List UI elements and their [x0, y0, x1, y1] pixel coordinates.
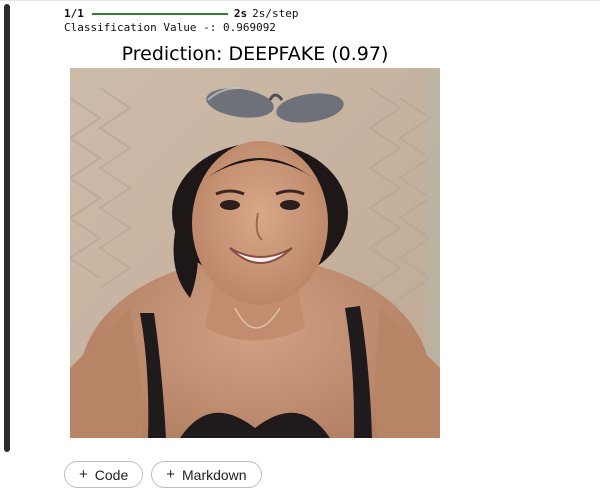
classification-value: 0.969092: [222, 21, 276, 34]
active-cell-indicator[interactable]: [4, 4, 10, 452]
top-divider: [0, 0, 600, 1]
add-code-label: Code: [94, 466, 129, 483]
prediction-image: [70, 68, 440, 438]
add-markdown-cell-button[interactable]: + Markdown: [151, 461, 262, 488]
progress-rate: 2s/step: [252, 7, 299, 20]
progress-bar: [91, 13, 228, 15]
progress-line: 1/1 2s 2s/step: [64, 7, 584, 21]
classification-line: Classification Value -: 0.969092: [64, 21, 584, 35]
plus-icon: +: [79, 466, 88, 483]
progress-time: 2s: [233, 7, 248, 20]
cell-output: 1/1 2s 2s/step Classification Value -: 0…: [64, 7, 584, 35]
progress-step: 1/1: [64, 7, 84, 20]
figure-title: Prediction: DEEPFAKE (0.97): [121, 43, 389, 65]
prediction-image-graphic: [70, 68, 440, 438]
notebook-page: 1/1 2s 2s/step Classification Value -: 0…: [0, 0, 600, 496]
classification-label: Classification Value -:: [64, 21, 217, 34]
add-markdown-label: Markdown: [182, 466, 247, 483]
add-cell-toolbar: + Code + Markdown: [64, 461, 262, 488]
plus-icon: +: [166, 466, 175, 483]
add-code-cell-button[interactable]: + Code: [64, 461, 144, 488]
